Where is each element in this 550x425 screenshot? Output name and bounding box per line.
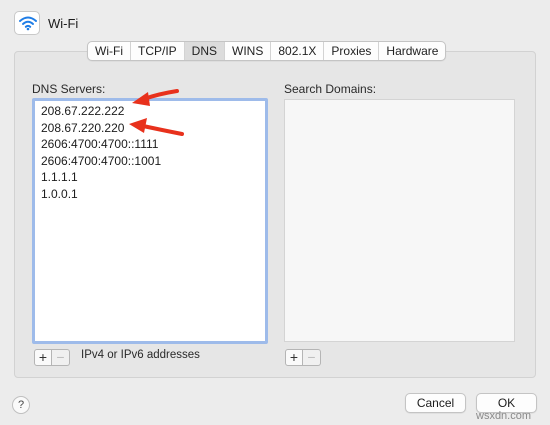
network-dialog: Wi-Fi Wi-Fi TCP/IP DNS WINS 802.1X Proxi… — [0, 0, 550, 425]
wifi-icon — [14, 11, 40, 35]
list-item[interactable]: 1.1.1.1 — [41, 169, 265, 186]
tab-proxies[interactable]: Proxies — [323, 42, 378, 60]
tab-wifi[interactable]: Wi-Fi — [88, 42, 130, 60]
annotation-arrow-icon — [132, 89, 179, 106]
list-item[interactable]: 1.0.0.1 — [41, 186, 265, 203]
dns-servers-label: DNS Servers: — [32, 82, 106, 96]
search-domains-label: Search Domains: — [284, 82, 377, 96]
search-domains-list[interactable] — [284, 99, 515, 342]
domain-add-remove: + − — [285, 349, 321, 366]
cancel-button[interactable]: Cancel — [405, 393, 466, 413]
list-item[interactable]: 2606:4700:4700::1001 — [41, 153, 265, 170]
help-button[interactable]: ? — [12, 396, 30, 414]
remove-dns-button[interactable]: − — [52, 349, 70, 366]
tab-wins[interactable]: WINS — [224, 42, 270, 60]
dns-add-remove: + − — [34, 349, 70, 366]
tab-8021x[interactable]: 802.1X — [270, 42, 323, 60]
remove-domain-button[interactable]: − — [303, 349, 321, 366]
tab-bar: Wi-Fi TCP/IP DNS WINS 802.1X Proxies Har… — [87, 41, 447, 61]
watermark: wsxdn.com — [476, 410, 532, 422]
window-title: Wi-Fi — [48, 16, 79, 31]
add-dns-button[interactable]: + — [34, 349, 52, 366]
tab-tcpip[interactable]: TCP/IP — [129, 42, 184, 60]
tab-hardware[interactable]: Hardware — [378, 42, 445, 60]
annotation-arrow-icon — [129, 118, 184, 136]
dns-hint: IPv4 or IPv6 addresses — [81, 349, 200, 361]
tab-dns[interactable]: DNS — [183, 42, 224, 60]
add-domain-button[interactable]: + — [285, 349, 303, 366]
